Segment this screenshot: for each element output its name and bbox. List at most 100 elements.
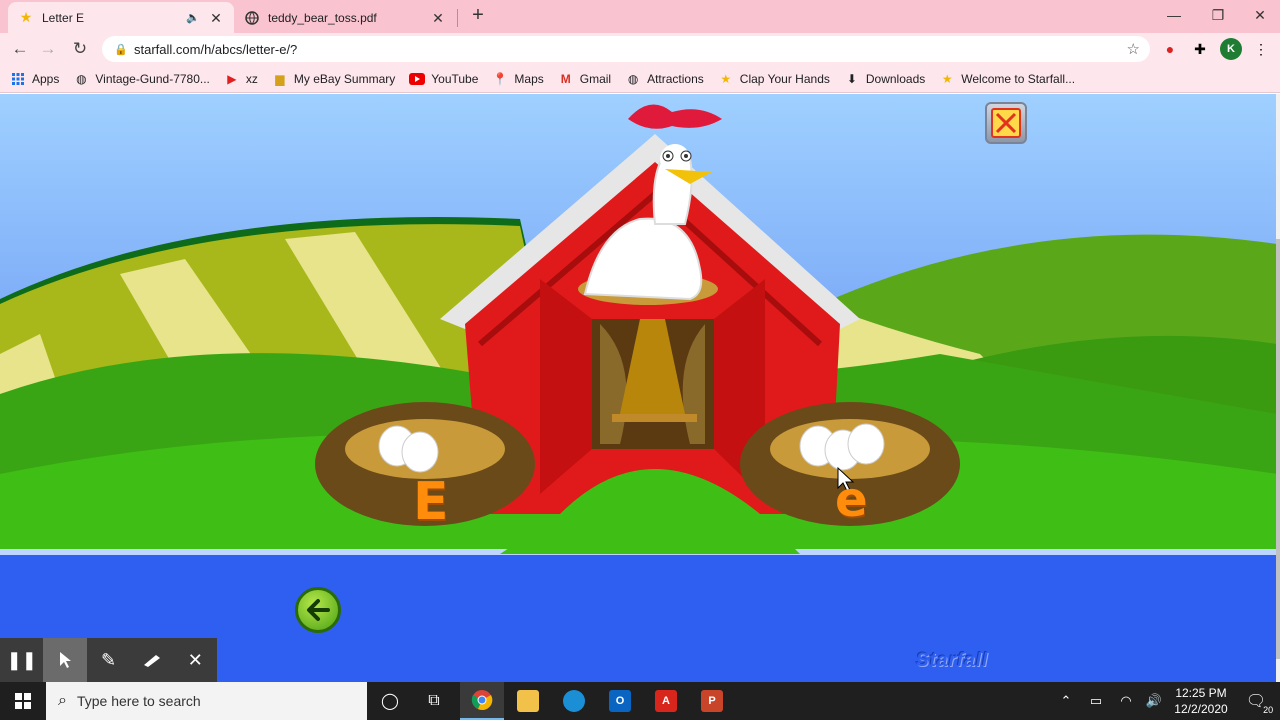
bookmark-label: Maps [514,71,544,86]
pointer-icon[interactable] [43,638,87,682]
tab-separator [457,9,458,27]
bookmark-label: YouTube [431,71,479,86]
annotation-toolbar: ❚❚ ✎ ✕ [0,638,217,682]
tab-close-icon[interactable]: ✕ [430,10,446,26]
bookmarks-bar: Apps ◍ Vintage-Gund-7780... ▶ xz ▆ My eB… [0,65,1280,93]
notification-count: 20 [1262,705,1275,715]
windows-logo-icon [15,693,31,709]
close-icon[interactable]: ✕ [174,638,217,682]
bookmark-vintage-gund[interactable]: ◍ Vintage-Gund-7780... [73,71,210,87]
game-page: E e Starfall [0,94,1277,682]
gmail-icon: M [560,71,571,86]
search-icon: ⌕ [58,692,67,709]
scrollbar-thumb[interactable] [1276,239,1280,659]
arrow-left-icon [307,599,330,621]
tab-close-icon[interactable]: ✕ [208,10,224,26]
bookmark-label: Vintage-Gund-7780... [95,71,210,86]
highlighter-icon[interactable] [130,638,173,682]
bookmark-attractions[interactable]: ◍ Attractions [625,71,704,87]
address-bar[interactable]: 🔒 starfall.com/h/abcs/letter-e/? ☆ [102,36,1150,62]
clock-time: 12:25 PM [1175,686,1227,700]
puzzle-icon[interactable]: ✚ [1189,38,1211,60]
star-icon: ★ [720,71,732,86]
tab-letter-e[interactable]: ★ Letter E 🔈 ✕ [8,2,234,33]
profile-avatar[interactable]: K [1220,38,1242,60]
wifi-icon[interactable]: ◠ [1114,682,1138,720]
bookmark-youtube[interactable]: YouTube [409,71,478,87]
back-icon[interactable]: ← [7,37,33,61]
speaker-icon[interactable]: 🔈 [186,11,200,24]
chrome-taskbar-icon[interactable] [460,682,504,720]
tab-title: teddy_bear_toss.pdf [268,10,377,25]
lock-icon: 🔒 [114,43,128,56]
task-view-icon[interactable]: ⧉ [412,682,456,720]
map-pin-icon: 📍 [492,71,508,86]
globe-icon [244,10,260,26]
bookmark-welcome-starfall[interactable]: ★ Welcome to Starfall... [939,71,1075,87]
download-icon: ⬇ [846,71,857,86]
star-icon: ★ [941,71,953,86]
acrobat-icon[interactable]: A [644,682,688,720]
file-explorer-icon[interactable] [506,682,550,720]
globe-icon: ◍ [76,71,87,86]
show-hidden-icons-icon[interactable]: ⌃ [1054,682,1078,720]
extension-icon[interactable]: ● [1159,38,1181,60]
windows-taskbar: ⌕ Type here to search ◯ ⧉ O A P ⌃ ▭ ◠ 🔊 … [0,682,1280,720]
menu-dots-icon[interactable]: ⋮ [1250,38,1272,60]
notifications-icon[interactable]: 🗨 20 [1238,682,1275,720]
play-icon: ▶ [227,71,237,86]
bookmark-label: Gmail [579,71,612,86]
close-x-icon [991,108,1021,138]
back-arrow-button[interactable] [295,587,341,633]
windows-start-button[interactable] [0,682,46,720]
window-close-button[interactable]: ✕ [1238,2,1280,28]
bookmark-apps[interactable]: Apps [10,71,59,87]
outlook-icon[interactable]: O [598,682,642,720]
cortana-icon[interactable]: ◯ [368,682,412,720]
nest-letter-lowercase[interactable]: e [835,472,868,528]
powerpoint-icon[interactable]: P [690,682,734,720]
clock-date: 12/2/2020 [1174,702,1228,716]
pen-icon[interactable]: ✎ [87,638,130,682]
nest-letter-uppercase[interactable]: E [413,472,449,532]
search-placeholder: Type here to search [76,693,201,709]
browser-titlebar: ★ Letter E 🔈 ✕ teddy_bear_toss.pdf ✕ + —… [0,0,1280,33]
battery-icon[interactable]: ▭ [1084,682,1108,720]
bookmark-star-icon[interactable]: ☆ [1127,40,1140,58]
bookmark-label: Attractions [647,71,704,86]
restore-button[interactable]: ❐ [1196,2,1240,28]
taskbar-search[interactable]: ⌕ Type here to search [46,682,367,720]
farm-scene [0,94,1277,555]
youtube-icon [409,71,426,87]
edge-icon[interactable] [552,682,596,720]
pause-icon[interactable]: ❚❚ [0,638,43,682]
tab-teddy-bear-pdf[interactable]: teddy_bear_toss.pdf ✕ [236,2,456,33]
bookmark-ebay[interactable]: ▆ My eBay Summary [272,71,395,87]
bookmark-clap-your-hands[interactable]: ★ Clap Your Hands [718,71,830,87]
star-icon: ★ [19,9,33,25]
bookmark-label: Clap Your Hands [739,71,830,86]
url-text: starfall.com/h/abcs/letter-e/? [134,41,298,57]
bookmark-maps[interactable]: 📍 Maps [492,71,544,87]
close-game-button[interactable] [985,102,1027,144]
tab-title: Letter E [42,10,85,25]
new-tab-button[interactable]: + [467,5,489,27]
forward-icon[interactable]: → [35,37,61,61]
starfall-logo: Starfall [916,650,989,671]
browser-toolbar: ← → ↻ 🔒 starfall.com/h/abcs/letter-e/? ☆… [0,33,1280,65]
volume-icon[interactable]: 🔊 [1142,682,1166,720]
bookmark-label: xz [245,71,258,86]
bookmark-downloads[interactable]: ⬇ Downloads [844,71,925,87]
bookmark-xz[interactable]: ▶ xz [224,71,258,87]
bookmark-label: Downloads [865,71,926,86]
page-scrollbar[interactable] [1276,94,1280,682]
bookmark-label: Welcome to Starfall... [961,71,1076,86]
minimize-button[interactable]: — [1152,2,1196,28]
apps-grid-icon [10,71,26,87]
bag-icon: ▆ [275,71,285,86]
bookmark-label: Apps [32,71,60,86]
bookmark-gmail[interactable]: M Gmail [558,71,611,87]
reload-icon[interactable]: ↻ [67,37,93,61]
bookmark-label: My eBay Summary [293,71,396,86]
system-clock[interactable]: 12:25 PM 12/2/2020 [1168,685,1234,717]
